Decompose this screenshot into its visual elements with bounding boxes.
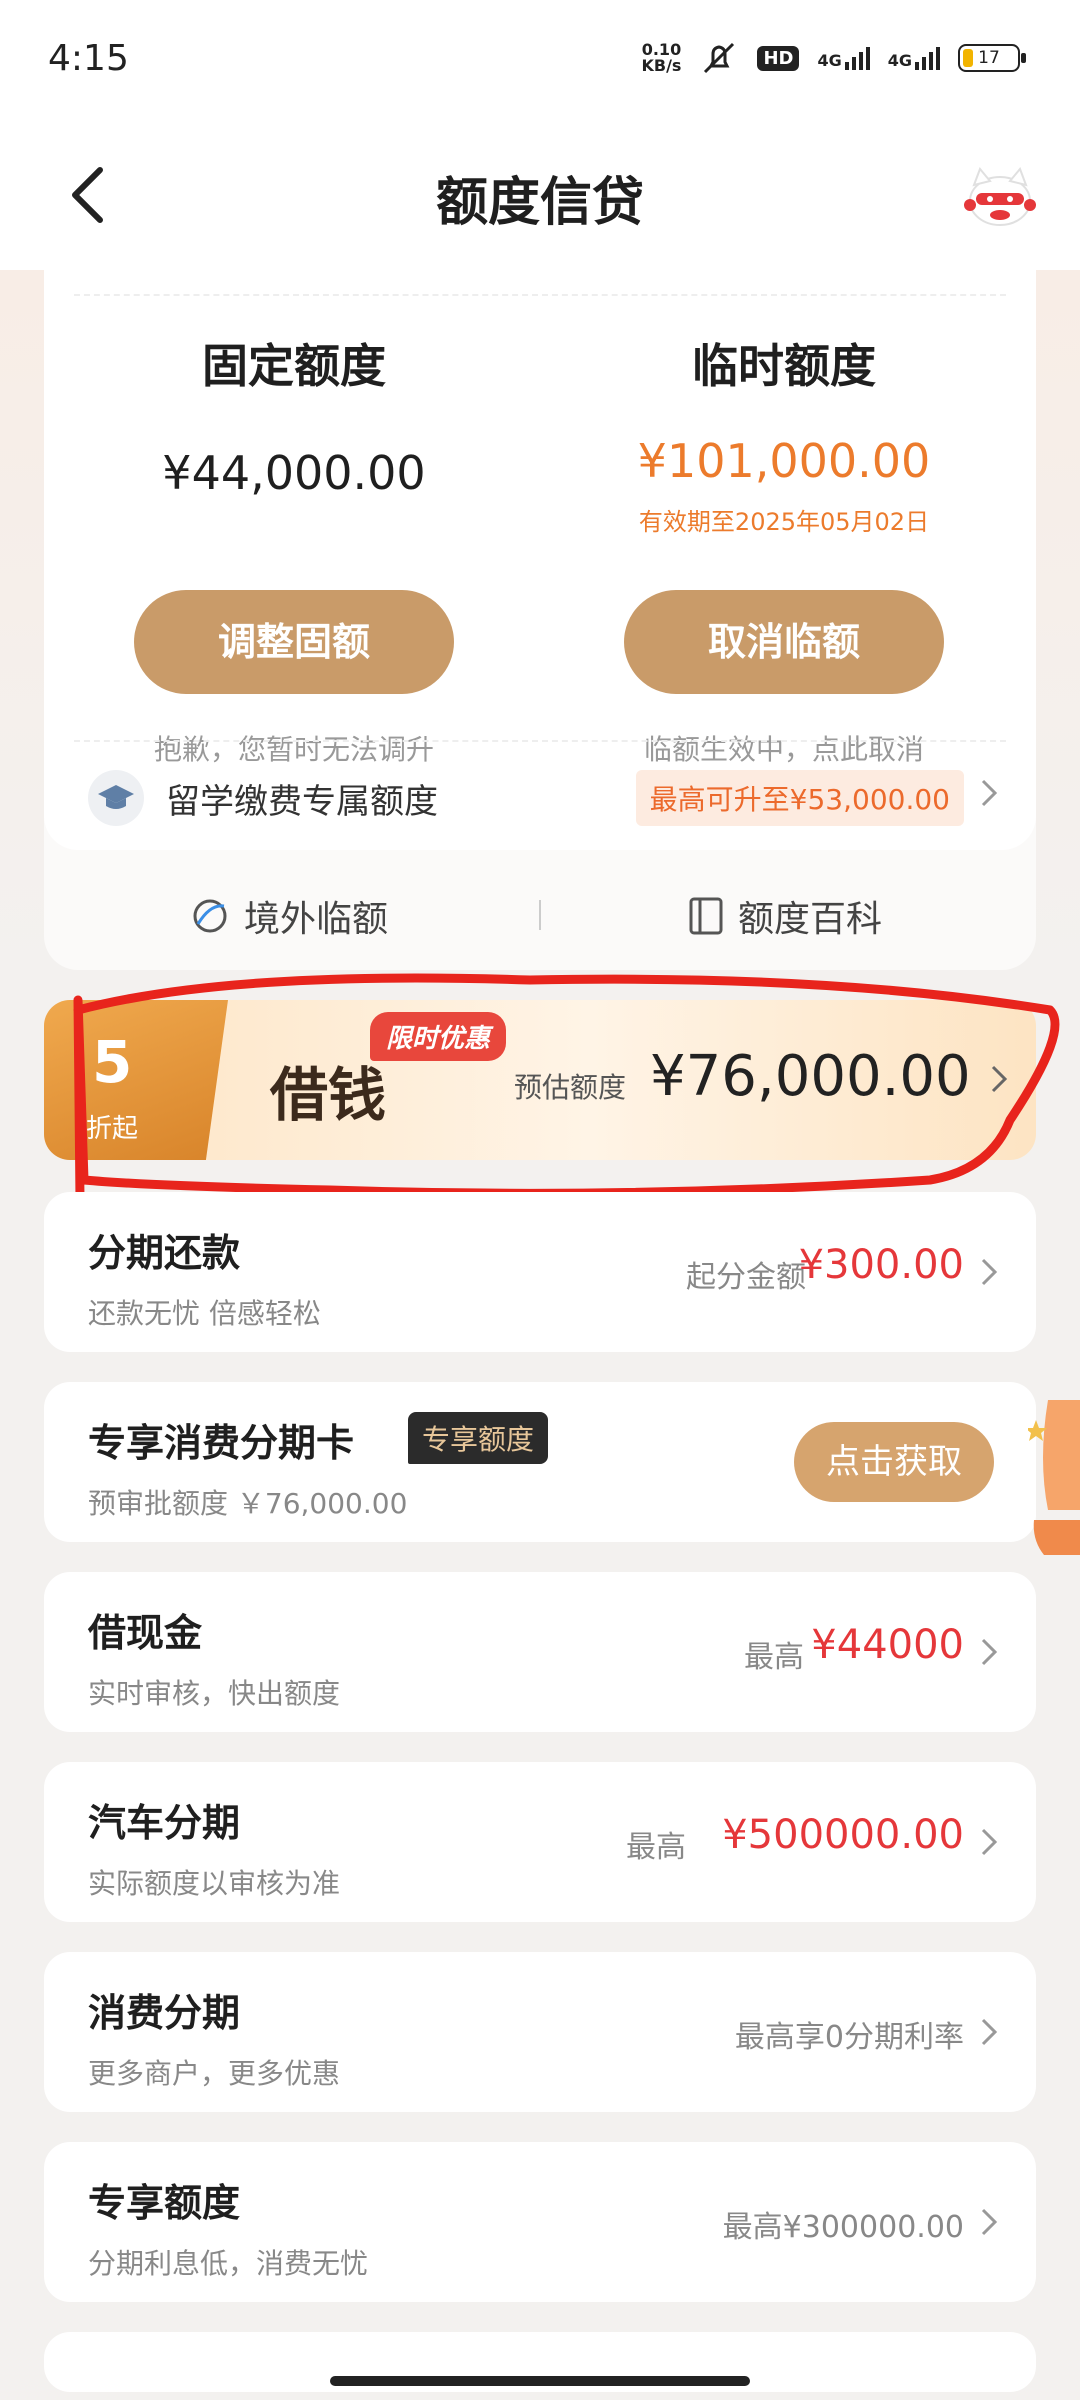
item-right-value: ¥300.00 (798, 1242, 964, 1288)
limit-encyclopedia-link[interactable]: 额度百科 (688, 890, 882, 942)
study-abroad-label: 留学缴费专属额度 (166, 782, 438, 822)
item-right-label: 最高¥300000.00 (722, 2210, 964, 2245)
discount-number: 5 (92, 1028, 133, 1096)
item-right-label: 最高享0分期利率 (734, 2020, 964, 2055)
item-subtitle: 实际额度以审核为准 (88, 1867, 341, 1900)
car-installment-row[interactable]: 汽车分期 实际额度以审核为准 最高 ¥500000.00 (44, 1762, 1036, 1922)
signal-2-label: 4G (887, 50, 912, 70)
divider (74, 294, 1006, 296)
nav-bar: 额度信贷 (0, 120, 1080, 270)
study-abroad-limit-row[interactable]: 留学缴费专属额度 最高可升至¥53,000.00 (44, 740, 1036, 850)
page-title: 额度信贷 (435, 173, 644, 233)
status-time: 4:15 (48, 38, 129, 79)
battery-icon: 17 (958, 44, 1026, 72)
item-title: 专享消费分期卡 (88, 1421, 355, 1465)
exclusive-limit-tag: 专享额度 (408, 1412, 549, 1464)
temporary-limit-title: 临时额度 (692, 339, 876, 393)
chevron-right-icon (991, 1065, 1008, 1093)
floating-promo-icon[interactable] (1028, 1390, 1080, 1570)
study-abroad-tag: 最高可升至¥53,000.00 (635, 770, 964, 826)
item-subtitle: 还款无忧 倍感轻松 (88, 1297, 321, 1330)
chevron-right-icon (981, 2208, 998, 2236)
item-right-label: 最高 (626, 1830, 686, 1865)
chevron-right-icon (981, 1258, 998, 1286)
limited-offer-badge: 限时优惠 (370, 1012, 507, 1061)
status-icons: 0.10 KB/s HD 4G 4G 17 (641, 40, 1026, 76)
exclusive-installment-card-row[interactable]: 专享消费分期卡 专享额度 预审批额度 ￥76,000.00 点击获取 (44, 1382, 1036, 1542)
links-divider (539, 900, 541, 930)
item-right-value: ¥44000 (811, 1622, 964, 1668)
consumer-installment-row[interactable]: 消费分期 更多商户，更多优惠 最高享0分期利率 (44, 1952, 1036, 2112)
item-subtitle: 实时审核，快出额度 (88, 1677, 341, 1710)
limit-card: 固定额度 ¥44,000.00 调整固额 抱歉，您暂时无法调升 临时额度 ¥10… (44, 270, 1036, 970)
item-subtitle: 预审批额度 ￥76,000.00 (88, 1487, 408, 1520)
net-speed-unit: KB/s (641, 56, 682, 75)
mascot-icon[interactable] (960, 155, 1040, 235)
installment-repayment-row[interactable]: 分期还款 还款无忧 倍感轻松 起分金额 ¥300.00 (44, 1192, 1036, 1352)
item-title: 分期还款 (88, 1231, 241, 1275)
item-title: 汽车分期 (88, 1801, 241, 1845)
battery-level: 17 (978, 48, 1000, 68)
quick-links: 境外临额 额度百科 (44, 850, 1036, 970)
item-title: 借现金 (88, 1611, 203, 1655)
borrow-banner[interactable]: 5 折起 借钱 限时优惠 预估额度 ¥76,000.00 (44, 1000, 1036, 1160)
item-title: 消费分期 (88, 1991, 241, 2035)
item-right-value: ¥500000.00 (722, 1812, 964, 1858)
graduation-cap-icon (88, 770, 144, 826)
chevron-right-icon (981, 1828, 998, 1856)
get-card-button[interactable]: 点击获取 (794, 1422, 994, 1502)
status-bar: 4:15 0.10 KB/s HD 4G 4G 17 (0, 0, 1080, 120)
item-title: 专享额度 (88, 2181, 241, 2225)
item-subtitle: 分期利息低，消费无忧 (88, 2247, 369, 2280)
home-indicator[interactable] (330, 2376, 750, 2386)
signal-1-label: 4G (817, 50, 842, 70)
overseas-icon (193, 899, 227, 933)
temporary-limit-section: 临时额度 ¥101,000.00 有效期至2025年05月02日 取消临额 临额… (564, 330, 1004, 766)
limit-encyclopedia-label: 额度百科 (738, 899, 883, 940)
temporary-limit-amount: ¥101,000.00 (637, 434, 931, 488)
hd-icon: HD (757, 45, 800, 71)
estimate-label: 预估额度 (514, 1071, 627, 1104)
limit-card-main: 固定额度 ¥44,000.00 调整固额 抱歉，您暂时无法调升 临时额度 ¥10… (44, 270, 1036, 850)
chevron-right-icon (981, 779, 998, 807)
discount-ribbon: 5 折起 (44, 1000, 228, 1160)
mute-icon (704, 42, 735, 74)
item-right-label: 起分金额 (686, 1260, 806, 1295)
overseas-temp-limit-label: 境外临额 (244, 899, 389, 940)
chevron-right-icon (981, 1638, 998, 1666)
fixed-limit-title: 固定额度 (202, 339, 386, 393)
overseas-temp-limit-link[interactable]: 境外临额 (190, 890, 388, 942)
exclusive-limit-row[interactable]: 专享额度 分期利息低，消费无忧 最高¥300000.00 (44, 2142, 1036, 2302)
chevron-right-icon (981, 2018, 998, 2046)
book-icon (689, 897, 723, 935)
cancel-temporary-limit-button[interactable]: 取消临额 (624, 590, 944, 694)
estimate-value: ¥76,000.00 (650, 1044, 971, 1109)
signal-1-icon: 4G (817, 46, 870, 70)
fixed-limit-section: 固定额度 ¥44,000.00 调整固额 抱歉，您暂时无法调升 (74, 330, 514, 766)
discount-text: 折起 (86, 1114, 139, 1144)
item-subtitle: 更多商户，更多优惠 (88, 2057, 341, 2090)
borrow-cash-row[interactable]: 借现金 实时审核，快出额度 最高 ¥44000 (44, 1572, 1036, 1732)
temporary-limit-validity: 有效期至2025年05月02日 (638, 508, 930, 536)
item-right-label: 最高 (744, 1640, 804, 1675)
borrow-title: 借钱 (270, 1061, 387, 1129)
net-speed: 0.10 KB/s (641, 42, 681, 74)
signal-2-icon: 4G (887, 46, 940, 70)
fixed-limit-amount: ¥44,000.00 (162, 446, 426, 500)
adjust-fixed-limit-button[interactable]: 调整固额 (134, 590, 454, 694)
